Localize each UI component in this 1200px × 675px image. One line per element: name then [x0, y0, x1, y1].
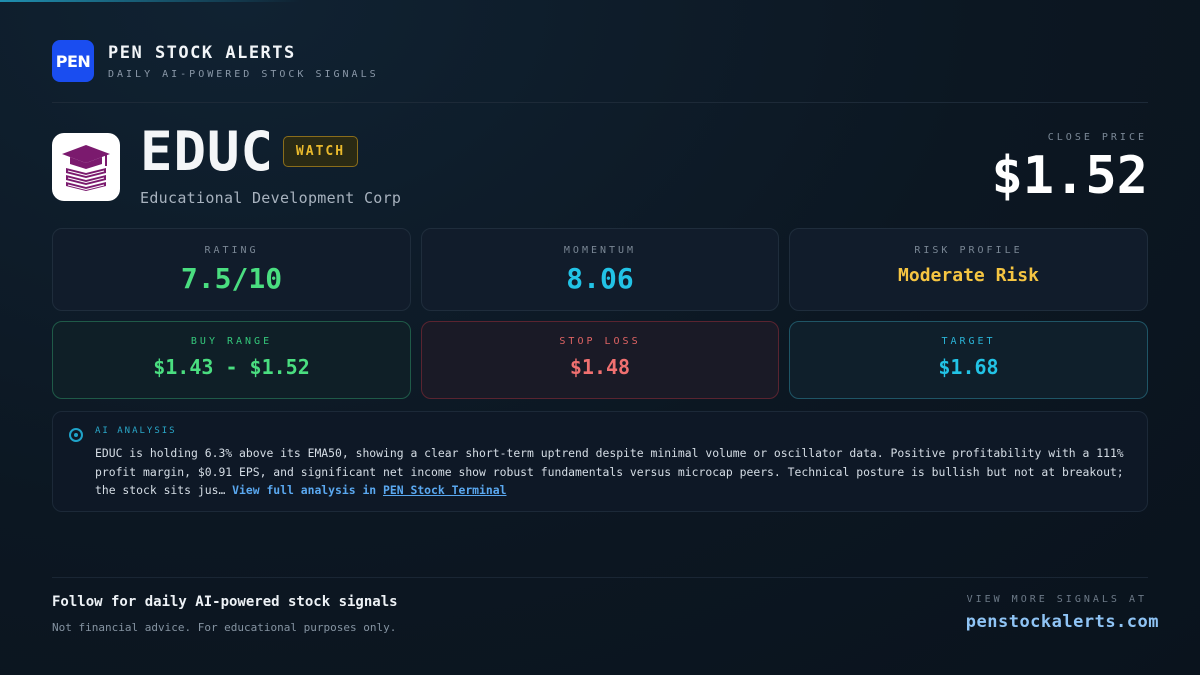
ai-indicator-icon — [69, 428, 83, 442]
target-label: TARGET — [941, 336, 996, 347]
rating-value: 7.5/10 — [180, 262, 283, 295]
footer-divider — [52, 577, 1148, 578]
momentum-card: MOMENTUM 8.06 — [421, 228, 779, 311]
graduation-cap-books-icon — [62, 145, 110, 191]
company-logo — [52, 133, 120, 201]
buy-range-label: BUY RANGE — [190, 336, 273, 347]
view-analysis-link[interactable]: View full analysis in — [232, 483, 383, 497]
momentum-value: 8.06 — [566, 262, 634, 295]
close-price-label: CLOSE PRICE — [1047, 132, 1147, 143]
stop-loss-card: STOP LOSS $1.48 — [421, 321, 779, 399]
target-card: TARGET $1.68 — [789, 321, 1148, 399]
brand-tagline: DAILY AI-POWERED STOCK SIGNALS — [108, 68, 379, 80]
stop-loss-value: $1.48 — [569, 355, 631, 379]
ai-analysis-text: EDUC is holding 6.3% above its EMA50, sh… — [95, 444, 1135, 500]
brand-name: PEN STOCK ALERTS — [108, 42, 296, 63]
risk-profile-card: RISK PROFILE Moderate Risk — [789, 228, 1148, 311]
top-accent-line — [0, 0, 300, 2]
target-value: $1.68 — [938, 355, 999, 379]
brand-header: PEN PEN STOCK ALERTS DAILY AI-POWERED ST… — [52, 40, 379, 82]
ai-analysis-label: AI ANALYSIS — [95, 426, 177, 436]
stop-loss-label: STOP LOSS — [559, 336, 641, 347]
pen-stock-terminal-link[interactable]: PEN Stock Terminal — [383, 483, 506, 497]
ticker-symbol: EDUC — [140, 120, 275, 183]
rating-card: RATING 7.5/10 — [52, 228, 411, 311]
buy-range-card: BUY RANGE $1.43 - $1.52 — [52, 321, 411, 399]
risk-profile-label: RISK PROFILE — [914, 245, 1023, 256]
ai-analysis-panel: AI ANALYSIS EDUC is holding 6.3% above i… — [52, 411, 1148, 512]
signal-badge: WATCH — [283, 136, 358, 167]
disclaimer-text: Not financial advice. For educational pu… — [52, 621, 397, 634]
brand-logo: PEN — [52, 40, 94, 82]
risk-profile-value: Moderate Risk — [898, 265, 1039, 286]
follow-text: Follow for daily AI-powered stock signal… — [52, 594, 398, 610]
website-link[interactable]: penstockalerts.com — [966, 612, 1159, 632]
header-divider — [52, 102, 1148, 103]
momentum-label: MOMENTUM — [563, 245, 637, 256]
close-price-value: $1.52 — [991, 146, 1148, 206]
buy-range-value: $1.43 - $1.52 — [153, 355, 310, 379]
company-name: Educational Development Corp — [140, 189, 402, 207]
view-more-label: VIEW MORE SIGNALS AT — [966, 594, 1147, 605]
rating-label: RATING — [204, 245, 259, 256]
brand-text: PEN STOCK ALERTS DAILY AI-POWERED STOCK … — [108, 43, 379, 80]
